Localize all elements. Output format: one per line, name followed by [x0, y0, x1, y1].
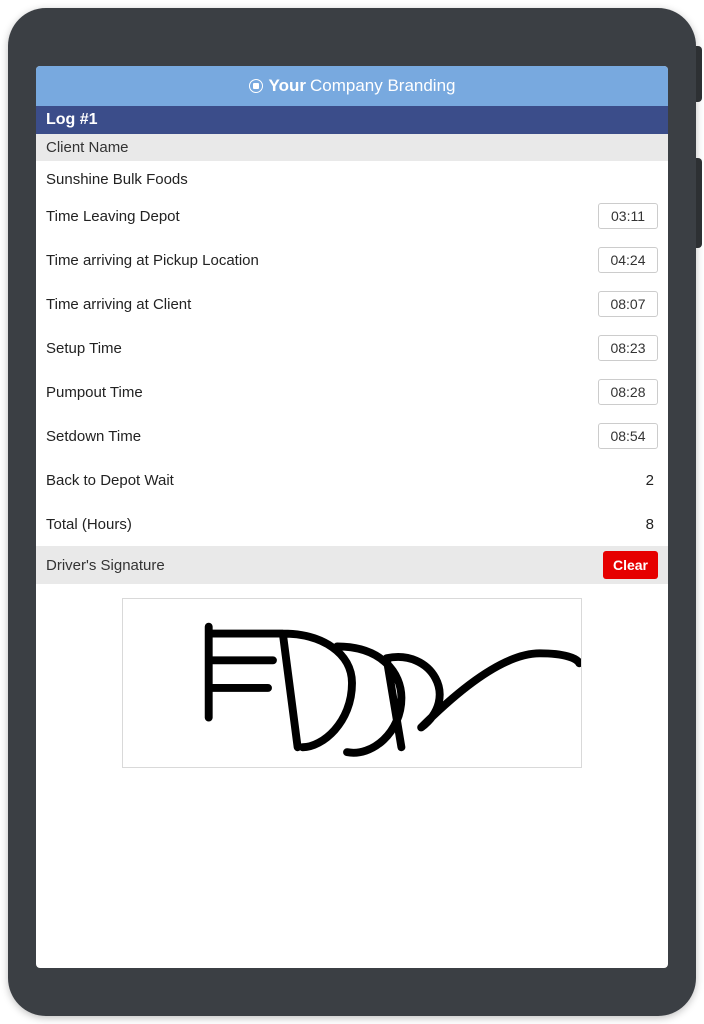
time-input[interactable]: [598, 379, 658, 405]
brand-logo-icon: [249, 79, 263, 93]
signature-label: Driver's Signature: [46, 557, 165, 574]
signature-stroke: [123, 599, 581, 767]
log-row: Time Leaving Depot: [36, 194, 668, 238]
row-label: Setdown Time: [46, 428, 598, 445]
row-label: Time arriving at Client: [46, 296, 598, 313]
log-row: Back to Depot Wait2: [36, 458, 668, 502]
time-input[interactable]: [598, 291, 658, 317]
client-name-header: Client Name: [36, 134, 668, 161]
app-screen: Your Company Branding Log #1 Client Name…: [36, 66, 668, 968]
log-row: Total (Hours)8: [36, 502, 668, 546]
brand-bold: Your: [269, 76, 306, 96]
row-label: Time Leaving Depot: [46, 208, 598, 225]
tablet-frame: Your Company Branding Log #1 Client Name…: [8, 8, 696, 1016]
row-label: Pumpout Time: [46, 384, 598, 401]
signature-pad[interactable]: [122, 598, 582, 768]
row-label: Time arriving at Pickup Location: [46, 252, 598, 269]
row-label: Back to Depot Wait: [46, 472, 646, 489]
time-input[interactable]: [598, 423, 658, 449]
log-title: Log #1: [36, 106, 668, 134]
log-row: Setup Time: [36, 326, 668, 370]
row-value: 8: [646, 516, 658, 533]
signature-wrap: [36, 584, 668, 782]
time-input[interactable]: [598, 335, 658, 361]
clear-button[interactable]: Clear: [603, 551, 658, 579]
time-input[interactable]: [598, 203, 658, 229]
client-name-label: Client Name: [46, 139, 129, 156]
row-value: 2: [646, 472, 658, 489]
signature-header: Driver's Signature Clear: [36, 546, 668, 584]
row-label: Total (Hours): [46, 516, 646, 533]
log-row: Setdown Time: [36, 414, 668, 458]
client-name-value: Sunshine Bulk Foods: [36, 161, 668, 194]
log-row: Time arriving at Client: [36, 282, 668, 326]
log-row: Pumpout Time: [36, 370, 668, 414]
log-row: Time arriving at Pickup Location: [36, 238, 668, 282]
time-input[interactable]: [598, 247, 658, 273]
row-label: Setup Time: [46, 340, 598, 357]
brand-bar: Your Company Branding: [36, 66, 668, 106]
brand-rest: Company Branding: [310, 76, 456, 96]
